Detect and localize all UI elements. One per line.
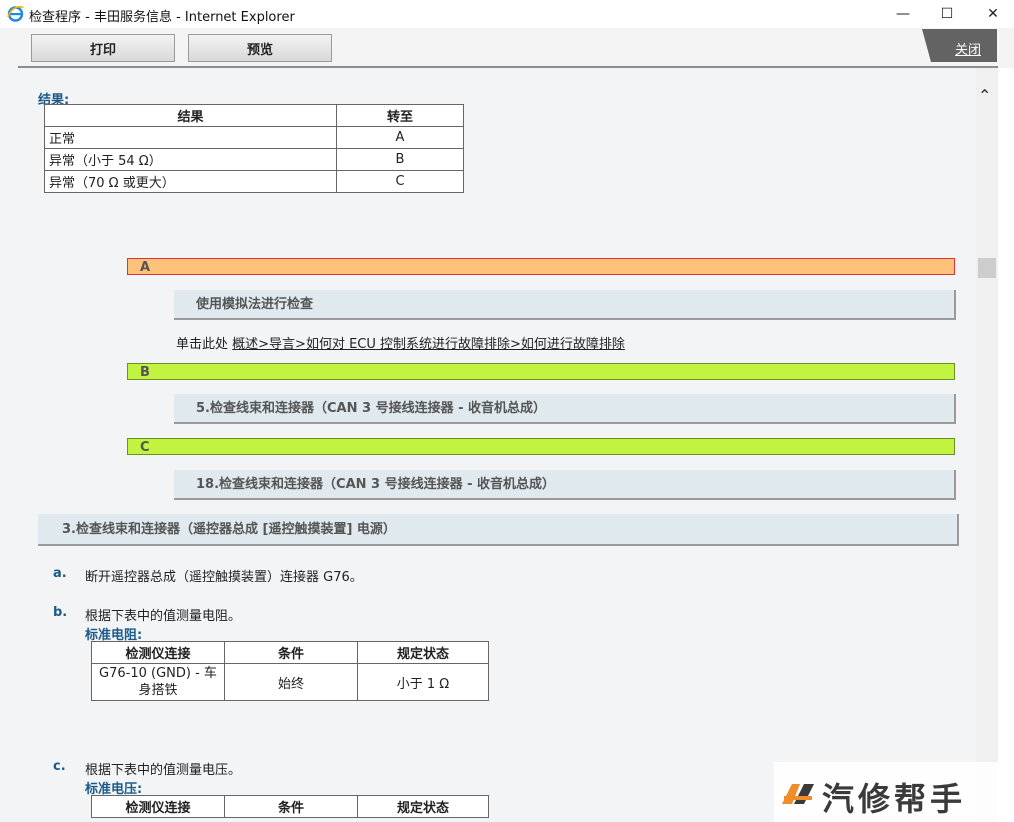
step-5-link[interactable]: 5.检查线束和连接器（CAN 3 号接线连接器 - 收音机总成） — [174, 394, 956, 424]
table-cell: C — [336, 170, 464, 193]
column-header: 转至 — [336, 104, 464, 127]
step-simulation-check[interactable]: 使用模拟法进行检查 — [174, 290, 956, 320]
scroll-up-arrow-icon[interactable]: ⌃ — [978, 86, 991, 105]
window-title: 检查程序 - 丰田服务信息 - Internet Explorer — [29, 10, 295, 25]
preview-button[interactable]: 预览 — [188, 34, 332, 62]
window-titlebar: 检查程序 - 丰田服务信息 - Internet Explorer — ☐ ✕ — [0, 0, 1014, 28]
table-cell: 始终 — [224, 663, 358, 701]
table-header-row: 检测仪连接 条件 规定状态 — [91, 795, 489, 818]
table-cell: 异常（70 Ω 或更大） — [44, 170, 337, 193]
close-page-label: 关闭 — [955, 43, 982, 58]
result-bar-b: B — [127, 363, 955, 380]
internet-explorer-icon — [7, 5, 24, 22]
table-header-row: 检测仪连接 条件 规定状态 — [91, 641, 489, 664]
column-header: 条件 — [224, 641, 358, 664]
list-item-b: 根据下表中的值测量电阻。 — [85, 609, 242, 624]
column-header: 规定状态 — [357, 641, 489, 664]
step-18-link[interactable]: 18.检查线束和连接器（CAN 3 号接线连接器 - 收音机总成） — [174, 470, 956, 500]
results-table: 结果 转至 正常 A 异常（小于 54 Ω） B 异常（70 Ω 或更大） C — [44, 104, 464, 193]
list-letter-c: c. — [53, 759, 66, 774]
troubleshooting-link[interactable]: 概述>导言>如何对 ECU 控制系统进行故障排除>如何进行故障排除 — [232, 337, 625, 352]
table-cell: B — [336, 148, 464, 171]
column-header: 规定状态 — [357, 795, 489, 818]
link-prefix: 单击此处 — [176, 337, 229, 352]
result-bar-a: A — [127, 258, 955, 275]
result-bar-c: C — [127, 438, 955, 455]
minimize-button[interactable]: — — [880, 0, 926, 28]
watermark-logo-icon — [782, 784, 814, 804]
column-header: 检测仪连接 — [91, 795, 225, 818]
table-cell: G76-10 (GND) - 车身搭铁 — [91, 663, 225, 701]
column-header: 结果 — [44, 104, 337, 127]
table-row: 异常（小于 54 Ω） B — [44, 148, 464, 171]
table-header-row: 结果 转至 — [44, 104, 464, 127]
column-header: 检测仪连接 — [91, 641, 225, 664]
vertical-scrollbar[interactable] — [976, 68, 998, 822]
content-area: 结果: 结果 转至 正常 A 异常（小于 54 Ω） B 异常（70 Ω 或更大… — [0, 68, 976, 822]
list-item-a: 断开遥控器总成（遥控触摸装置）连接器 G76。 — [85, 570, 363, 585]
close-window-button[interactable]: ✕ — [970, 0, 1014, 28]
voltage-table: 检测仪连接 条件 规定状态 — [91, 795, 489, 818]
scrollbar-thumb[interactable] — [978, 258, 996, 278]
table-row: G76-10 (GND) - 车身搭铁 始终 小于 1 Ω — [91, 663, 489, 701]
close-page-button[interactable]: 关闭 — [922, 29, 997, 62]
table-row: 正常 A — [44, 126, 464, 149]
table-cell: 正常 — [44, 126, 337, 149]
table-cell: 小于 1 Ω — [357, 663, 489, 701]
column-header: 条件 — [224, 795, 358, 818]
maximize-button[interactable]: ☐ — [924, 0, 970, 28]
reference-line: 单击此处 概述>导言>如何对 ECU 控制系统进行故障排除>如何进行故障排除 — [176, 333, 625, 352]
list-letter-b: b. — [53, 605, 68, 620]
list-letter-a: a. — [53, 566, 67, 581]
table-row: 异常（70 Ω 或更大） C — [44, 170, 464, 193]
print-button[interactable]: 打印 — [31, 34, 175, 62]
list-item-c: 根据下表中的值测量电压。 — [85, 763, 242, 778]
resistance-table: 检测仪连接 条件 规定状态 G76-10 (GND) - 车身搭铁 始终 小于 … — [91, 641, 489, 701]
table-cell: 异常（小于 54 Ω） — [44, 148, 337, 171]
table-cell: A — [336, 126, 464, 149]
step-3-heading[interactable]: 3.检查线束和连接器（遥控器总成 [遥控触摸装置] 电源） — [38, 514, 959, 546]
watermark-text: 汽修帮手 — [822, 780, 967, 818]
